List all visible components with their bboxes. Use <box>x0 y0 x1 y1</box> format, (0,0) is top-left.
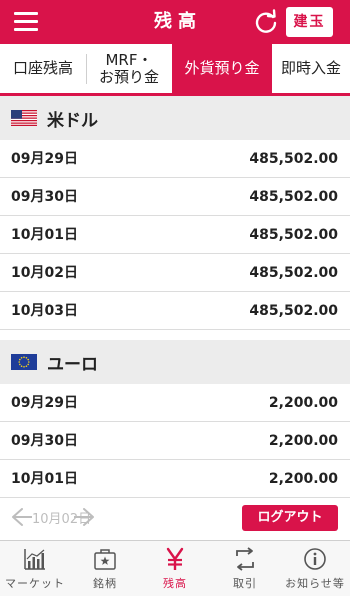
row-amount: 485,502.00 <box>249 303 338 319</box>
table-row[interactable]: 10月03日 485,502.00 <box>0 292 350 330</box>
refresh-icon[interactable] <box>253 9 279 35</box>
nav-market[interactable]: マーケット <box>0 541 70 596</box>
table-row[interactable]: 10月01日 2,200.00 <box>0 460 350 498</box>
nav-balance[interactable]: 残高 <box>140 541 210 596</box>
tab-label: 即時入金 <box>280 59 341 77</box>
row-date: 09月30日 <box>11 189 78 205</box>
row-date: 10月01日 <box>11 227 78 243</box>
tab-label: 外貨預り金 <box>184 59 260 77</box>
currency-name: 米ドル <box>47 110 98 131</box>
currency-name: ユーロ <box>47 354 98 375</box>
tab-instant-deposit[interactable]: 即時入金 <box>272 44 350 93</box>
tab-foreign-currency-deposit[interactable]: 外貨預り金 <box>172 44 272 93</box>
row-date: 09月29日 <box>11 151 78 167</box>
tab-account-balance[interactable]: 口座残高 <box>0 44 86 93</box>
row-amount: 485,502.00 <box>249 151 338 167</box>
row-date: 10月02日 <box>11 265 78 281</box>
bottom-nav: マーケット 銘柄 残高 取引 お知らせ等 <box>0 540 350 596</box>
nav-notices[interactable]: お知らせ等 <box>280 541 350 596</box>
nav-label: 残高 <box>163 577 187 590</box>
row-amount: 2,200.00 <box>268 395 338 411</box>
trade-arrows-icon <box>236 547 254 571</box>
tab-mrf-deposit[interactable]: MRF・ お預り金 <box>86 44 172 93</box>
row-date: 10月01日 <box>11 471 78 487</box>
table-row[interactable]: 09月29日 2,200.00 <box>0 384 350 422</box>
tategyoku-button[interactable]: 建玉 <box>286 7 333 37</box>
row-amount: 485,502.00 <box>249 189 338 205</box>
us-flag-icon <box>11 110 37 126</box>
nav-label: 取引 <box>233 577 257 590</box>
date-pager[interactable]: 10月02日 <box>10 505 96 529</box>
row-amount: 485,502.00 <box>249 265 338 281</box>
briefcase-star-icon <box>94 549 116 570</box>
row-amount: 485,502.00 <box>249 227 338 243</box>
row-date: 09月30日 <box>11 433 78 449</box>
table-row[interactable]: 10月01日 485,502.00 <box>0 216 350 254</box>
table-row[interactable]: 10月02日 485,502.00 <box>0 254 350 292</box>
info-icon <box>304 548 326 570</box>
tab-label-line1: MRF・ <box>105 50 153 69</box>
logout-button[interactable]: ログアウト <box>242 505 338 531</box>
nav-label: お知らせ等 <box>285 577 345 590</box>
pager-date-label: 10月02日 <box>32 512 92 527</box>
yen-icon <box>166 547 184 570</box>
tab-label-line2: お預り金 <box>98 67 159 86</box>
row-date: 10月03日 <box>11 303 78 319</box>
table-row[interactable]: 09月29日 485,502.00 <box>0 140 350 178</box>
currency-section-header: 米ドル <box>0 96 350 140</box>
currency-section-header: ユーロ <box>0 340 350 384</box>
nav-stocks[interactable]: 銘柄 <box>70 541 140 596</box>
app-header: 残高 建玉 <box>0 0 350 44</box>
nav-label: マーケット <box>5 577 65 590</box>
row-date: 09月29日 <box>11 395 78 411</box>
nav-label: 銘柄 <box>93 577 117 590</box>
row-amount: 2,200.00 <box>268 433 338 449</box>
row-amount: 2,200.00 <box>268 471 338 487</box>
chart-icon <box>24 549 45 570</box>
tab-label: 口座残高 <box>12 59 73 77</box>
nav-trade[interactable]: 取引 <box>210 541 280 596</box>
eu-flag-icon <box>11 354 37 370</box>
table-row[interactable]: 09月30日 485,502.00 <box>0 178 350 216</box>
table-row[interactable]: 09月30日 2,200.00 <box>0 422 350 460</box>
tab-label: MRF・ お預り金 <box>98 50 159 86</box>
balance-tabs: 口座残高 MRF・ お預り金 外貨預り金 即時入金 <box>0 44 350 96</box>
